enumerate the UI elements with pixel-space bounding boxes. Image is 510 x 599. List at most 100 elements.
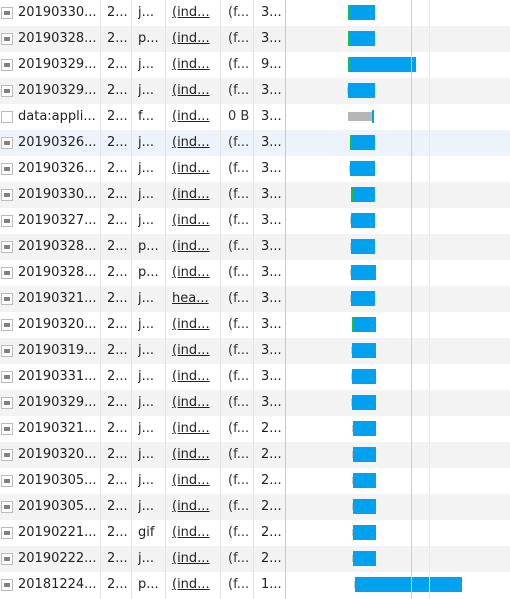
request-time: 2... [261, 525, 282, 540]
initiator-link[interactable]: (ind... [172, 57, 210, 72]
initiator-link[interactable]: (ind... [172, 551, 210, 566]
column-divider[interactable] [100, 0, 101, 599]
request-initiator[interactable]: (ind... [172, 416, 216, 442]
request-size: (f... [228, 161, 250, 176]
request-initiator[interactable]: (ind... [172, 312, 216, 338]
initiator-link[interactable]: (ind... [172, 369, 210, 384]
request-row[interactable]: 20190326... 2... j... (ind... (f... 3... [0, 130, 510, 156]
request-size: (f... [228, 317, 250, 332]
request-initiator[interactable]: (ind... [172, 572, 216, 598]
request-name: 20190330... [18, 5, 97, 20]
column-divider[interactable] [253, 0, 254, 599]
initiator-link[interactable]: (ind... [172, 161, 210, 176]
request-name: 20190329... [18, 83, 97, 98]
initiator-link[interactable]: hea... [172, 291, 209, 306]
request-initiator[interactable]: (ind... [172, 78, 216, 104]
request-row[interactable]: 20190320... 2... j... (ind... (f... 2... [0, 442, 510, 468]
request-status: 2... [107, 343, 128, 358]
request-initiator[interactable]: (ind... [172, 182, 216, 208]
request-row[interactable]: 20190329... 2... j... (ind... (f... 3... [0, 390, 510, 416]
request-initiator[interactable]: (ind... [172, 208, 216, 234]
request-name: 20190326... [18, 135, 97, 150]
request-initiator[interactable]: (ind... [172, 0, 216, 26]
request-initiator[interactable]: (ind... [172, 156, 216, 182]
waterfall-bar [353, 525, 376, 540]
request-initiator[interactable]: (ind... [172, 52, 216, 78]
waterfall-bar [353, 473, 376, 488]
initiator-link[interactable]: (ind... [172, 135, 210, 150]
waterfall-bar [352, 343, 376, 358]
request-time: 3... [261, 239, 282, 254]
request-row[interactable]: 20181224... 2... p... (ind... (f... 1... [0, 572, 510, 598]
request-row[interactable]: data:appli... 2... f... (ind... 0 B 3... [0, 104, 510, 130]
initiator-link[interactable]: (ind... [172, 499, 210, 514]
column-divider[interactable] [285, 0, 286, 599]
image-thumbnail-icon [1, 137, 13, 149]
request-time: 2... [261, 473, 282, 488]
request-row[interactable]: 20190331... 2... j... (ind... (f... 3... [0, 364, 510, 390]
request-initiator[interactable]: (ind... [172, 390, 216, 416]
request-initiator[interactable]: hea... [172, 286, 216, 312]
request-type: j... [138, 369, 155, 384]
request-row[interactable]: 20190326... 2... j... (ind... (f... 3... [0, 156, 510, 182]
initiator-link[interactable]: (ind... [172, 109, 210, 124]
initiator-link[interactable]: (ind... [172, 265, 210, 280]
request-initiator[interactable]: (ind... [172, 442, 216, 468]
request-status: 2... [107, 31, 128, 46]
waterfall-bar [352, 369, 376, 384]
initiator-link[interactable]: (ind... [172, 447, 210, 462]
initiator-link[interactable]: (ind... [172, 213, 210, 228]
request-initiator[interactable]: (ind... [172, 494, 216, 520]
request-initiator[interactable]: (ind... [172, 234, 216, 260]
request-status: 2... [107, 239, 128, 254]
column-divider[interactable] [131, 0, 132, 599]
initiator-link[interactable]: (ind... [172, 395, 210, 410]
request-initiator[interactable]: (ind... [172, 260, 216, 286]
request-row[interactable]: 20190328... 2... p... (ind... (f... 3... [0, 234, 510, 260]
initiator-link[interactable]: (ind... [172, 5, 210, 20]
initiator-link[interactable]: (ind... [172, 317, 210, 332]
column-divider[interactable] [220, 0, 221, 599]
initiator-link[interactable]: (ind... [172, 577, 210, 592]
initiator-link[interactable]: (ind... [172, 421, 210, 436]
request-row[interactable]: 20190321... 2... j... (ind... (f... 2... [0, 416, 510, 442]
request-row[interactable]: 20190330... 2... j... (ind... (f... 3... [0, 0, 510, 26]
request-time: 3... [261, 395, 282, 410]
request-row[interactable]: 20190321... 2... j... hea... (f... 3... [0, 286, 510, 312]
request-row[interactable]: 20190328... 2... p... (ind... (f... 3... [0, 26, 510, 52]
initiator-link[interactable]: (ind... [172, 31, 210, 46]
request-initiator[interactable]: (ind... [172, 130, 216, 156]
initiator-link[interactable]: (ind... [172, 473, 210, 488]
column-divider[interactable] [165, 0, 166, 599]
request-size: (f... [228, 57, 250, 72]
request-row[interactable]: 20190320... 2... j... (ind... (f... 3... [0, 312, 510, 338]
request-row[interactable]: 20190329... 2... j... (ind... (f... 9... [0, 52, 510, 78]
initiator-link[interactable]: (ind... [172, 525, 210, 540]
request-initiator[interactable]: (ind... [172, 338, 216, 364]
request-initiator[interactable]: (ind... [172, 364, 216, 390]
request-status: 2... [107, 551, 128, 566]
waterfall-bar [353, 551, 376, 566]
request-row[interactable]: 20190330... 2... j... (ind... (f... 3... [0, 182, 510, 208]
request-row[interactable]: 20190319... 2... j... (ind... (f... 3... [0, 338, 510, 364]
request-initiator[interactable]: (ind... [172, 104, 216, 130]
initiator-link[interactable]: (ind... [172, 187, 210, 202]
request-initiator[interactable]: (ind... [172, 468, 216, 494]
request-type: p... [138, 577, 159, 592]
request-row[interactable]: 20190327... 2... j... (ind... (f... 3... [0, 208, 510, 234]
request-row[interactable]: 20190328... 2... p... (ind... (f... 3... [0, 260, 510, 286]
initiator-link[interactable]: (ind... [172, 239, 210, 254]
image-thumbnail-icon [1, 449, 13, 461]
waterfall-connect-tick [350, 135, 352, 150]
request-row[interactable]: 20190305... 2... j... (ind... (f... 2... [0, 468, 510, 494]
request-row[interactable]: 20190305... 2... j... (ind... (f... 2... [0, 494, 510, 520]
request-name: 20190305... [18, 473, 97, 488]
request-row[interactable]: 20190222... 2... j... (ind... (f... 2... [0, 546, 510, 572]
initiator-link[interactable]: (ind... [172, 83, 210, 98]
request-row[interactable]: 20190329... 2... j... (ind... (f... 3... [0, 78, 510, 104]
request-initiator[interactable]: (ind... [172, 26, 216, 52]
request-initiator[interactable]: (ind... [172, 546, 216, 572]
request-row[interactable]: 20190221... 2... gif (ind... (f... 2... [0, 520, 510, 546]
initiator-link[interactable]: (ind... [172, 343, 210, 358]
request-initiator[interactable]: (ind... [172, 520, 216, 546]
